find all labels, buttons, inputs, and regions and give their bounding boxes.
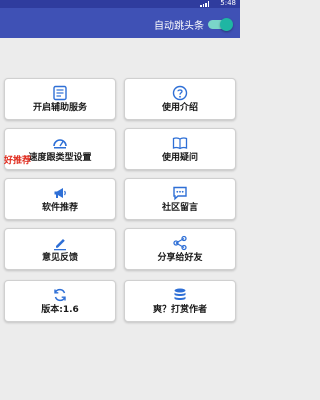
feedback-label: 意见反馈: [41, 253, 78, 263]
usage-intro-label: 使用介绍: [161, 103, 198, 113]
toggle-thumb: [220, 18, 233, 31]
coin-stack-icon: [174, 288, 186, 300]
chat-bubble-icon: [173, 186, 187, 201]
status-bar: 5:48: [0, 0, 240, 8]
community-message-label: 社区留言: [161, 203, 198, 213]
usage-faq-button[interactable]: 使用疑问: [124, 128, 236, 170]
recommend-badge: 好推荐: [4, 156, 32, 166]
community-message-button[interactable]: 社区留言: [124, 178, 236, 220]
tip-author-label: 爽？打赏作者: [152, 305, 207, 315]
usage-intro-button[interactable]: 使用介绍: [124, 78, 236, 120]
book-icon: [172, 137, 188, 150]
feedback-button[interactable]: 意见反馈: [4, 228, 116, 270]
accessibility-service-button[interactable]: 开启辅助服务: [4, 78, 116, 120]
software-recommend-button[interactable]: 软件推荐: [4, 178, 116, 220]
app-bar: 自动跳头条: [0, 8, 240, 38]
share-to-friends-label: 分享给好友: [157, 253, 203, 263]
pencil-icon: [54, 239, 66, 251]
share-icon: [173, 235, 187, 251]
share-to-friends-button[interactable]: 分享给好友: [124, 228, 236, 270]
version-button[interactable]: 版本:1.6: [4, 280, 116, 322]
help-circle-icon: [172, 85, 188, 101]
version-label: 版本:1.6: [41, 305, 79, 315]
tip-author-button[interactable]: 爽？打赏作者: [124, 280, 236, 322]
megaphone-icon: [54, 188, 66, 198]
auto-skip-toggle[interactable]: [208, 18, 233, 31]
software-recommend-label: 软件推荐: [41, 203, 78, 213]
signal-icon: [200, 1, 210, 7]
usage-faq-label: 使用疑问: [161, 153, 198, 163]
refresh-icon: [54, 288, 66, 302]
auto-skip-label: 自动跳头条: [154, 21, 204, 32]
accessibility-service-label: 开启辅助服务: [32, 103, 87, 113]
accessibility-settings-icon: [53, 85, 67, 101]
speedometer-icon: [53, 139, 67, 149]
status-time: 5:48: [220, 0, 236, 7]
